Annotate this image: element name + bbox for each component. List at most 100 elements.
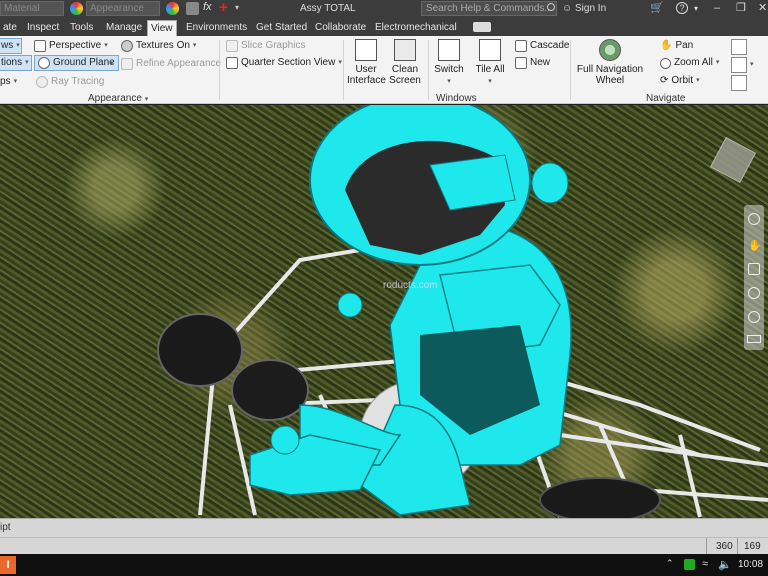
appearance-group-label[interactable]: Appearance ▾ <box>88 93 148 104</box>
tab-manage[interactable]: Manage <box>103 20 145 36</box>
view-face-icon[interactable] <box>731 39 747 55</box>
textures-on-button[interactable]: Textures On ▾ <box>121 38 196 54</box>
ribbon-tab-bar: ate Inspect Tools Manage View Environmen… <box>0 18 768 36</box>
tray-app-icon[interactable] <box>684 559 695 570</box>
full-navigation-wheel-button[interactable]: Full Navigation Wheel <box>576 39 644 86</box>
new-window-button[interactable]: New <box>515 55 550 71</box>
textures-on-label: Textures On <box>136 40 190 51</box>
clear-appearance-icon[interactable] <box>166 2 179 15</box>
textures-icon <box>121 40 133 52</box>
orbit-icon: ⟳ <box>660 75 669 86</box>
ground-plane-dropdown-icon[interactable]: ▾ <box>110 59 114 67</box>
tab-get-started[interactable]: Get Started <box>253 20 310 36</box>
perspective-button[interactable]: Perspective ▾ <box>34 38 108 54</box>
adjust-icon[interactable] <box>186 2 199 15</box>
search-input[interactable]: Search Help & Commands... <box>421 1 557 16</box>
steering-wheel-icon[interactable] <box>748 213 760 225</box>
cascade-label: Cascade <box>530 40 570 51</box>
status-bar: ipt <box>0 518 768 537</box>
perspective-label: Perspective <box>49 40 102 51</box>
sign-in-button[interactable]: ☺ Sign In <box>562 3 606 14</box>
sign-in-label: Sign In <box>575 3 607 14</box>
shadows-label: tions <box>1 57 23 68</box>
ribbon-panel: ws ▾ tions ▾ ps ▾ Perspective ▾ Ground Plane… <box>0 36 768 104</box>
tab-environments[interactable]: Environments <box>183 20 250 36</box>
inventor-taskbar-button[interactable]: I <box>0 556 16 574</box>
full-navigation-wheel-label: Full Navigation Wheel <box>576 64 644 86</box>
refine-appearance-button[interactable]: Refine Appearance <box>121 56 221 72</box>
front-tyre <box>157 313 243 387</box>
status-message: ipt <box>0 522 11 533</box>
close-button[interactable]: ✕ <box>758 2 767 15</box>
appearance-dropdown[interactable]: Appearance <box>86 1 160 16</box>
chevron-down-icon: ▾ <box>25 59 29 66</box>
inventor-window: Material Appearance fx + ▾ Assy TOTAL Se… <box>0 0 768 576</box>
minimize-button[interactable]: – <box>714 2 720 15</box>
shadows-button[interactable]: tions ▾ <box>0 55 32 71</box>
view-dropdown-icon[interactable]: ▾ <box>750 60 754 68</box>
chevron-down-icon: ▾ <box>338 59 342 66</box>
add-icon[interactable]: + <box>219 0 228 16</box>
tab-collaborate[interactable]: Collaborate <box>312 20 369 36</box>
slice-graphics-label: Slice Graphics <box>241 40 306 51</box>
quarter-section-view-button[interactable]: Quarter Section View ▾ <box>226 55 342 71</box>
tab-view[interactable]: View <box>147 20 177 36</box>
orbit-nav-icon[interactable] <box>748 287 760 299</box>
chevron-down-icon: ▾ <box>192 42 197 49</box>
material-dropdown[interactable]: Material <box>0 1 64 16</box>
tile-all-button[interactable]: Tile All ▾ <box>471 39 509 87</box>
ray-tracing-button[interactable]: Ray Tracing <box>36 74 104 90</box>
pan-icon[interactable]: ✋ <box>748 239 762 252</box>
qat-dropdown-icon[interactable]: ▾ <box>235 3 239 12</box>
material-value: Material <box>4 3 40 14</box>
reflections-button[interactable]: ps ▾ <box>0 74 17 90</box>
perspective-icon <box>34 40 46 52</box>
zoom-all-button[interactable]: Zoom All ▾ <box>660 55 719 71</box>
chevron-down-icon: ▾ <box>488 78 492 85</box>
zoom-icon <box>660 57 671 69</box>
parameters-icon[interactable]: fx <box>203 1 212 13</box>
slice-graphics-button[interactable]: Slice Graphics <box>226 38 305 54</box>
graphics-viewport[interactable]: roducts.com ✋ <box>0 105 768 518</box>
volume-icon[interactable]: 🔈 <box>718 558 732 571</box>
restore-button[interactable]: ❐ <box>736 2 746 15</box>
cascade-icon <box>515 40 527 52</box>
zoom-nav-icon[interactable] <box>748 263 760 275</box>
switch-button[interactable]: Switch ▾ <box>430 39 468 87</box>
ribbon-display-toggle-icon[interactable] <box>473 22 491 32</box>
tab-tools[interactable]: Tools <box>67 20 96 36</box>
orbit-button[interactable]: ⟳ Orbit ▾ <box>660 73 700 89</box>
helmet-mount <box>531 162 569 204</box>
windows-taskbar: I ⌃ ≈ 🔈 10:08 <box>0 554 768 576</box>
visual-style-button[interactable]: ws ▾ <box>0 38 22 54</box>
help-icon[interactable]: ? <box>676 2 688 14</box>
search-icon[interactable] <box>547 3 555 11</box>
clean-screen-icon <box>394 39 416 61</box>
ground-plane-icon <box>38 57 50 69</box>
clock[interactable]: 10:08 <box>738 559 763 570</box>
appearance-group-title: Appearance <box>88 93 142 104</box>
tab-inspect[interactable]: Inspect <box>24 20 62 36</box>
chevron-down-icon: ▾ <box>144 96 149 103</box>
clean-screen-button[interactable]: Clean Screen <box>386 39 424 86</box>
help-dropdown-icon[interactable]: ▾ <box>694 2 698 15</box>
previous-view-icon[interactable] <box>731 57 747 73</box>
cart-icon[interactable]: 🛒 <box>650 2 664 15</box>
tray-chevron-icon[interactable]: ⌃ <box>666 558 674 569</box>
zoom-all-label: Zoom All <box>674 57 713 68</box>
look-at-icon[interactable] <box>748 311 760 323</box>
user-interface-button[interactable]: User Interface <box>347 39 386 86</box>
tab-annotate[interactable]: ate <box>0 20 20 36</box>
tab-electromechanical[interactable]: Electromechanical <box>372 20 460 36</box>
chevron-down-icon: ▾ <box>715 59 720 66</box>
navbar-options-icon[interactable] <box>747 335 761 343</box>
ground-plane-button[interactable]: Ground Plane <box>34 55 119 71</box>
cascade-button[interactable]: Cascade <box>515 38 569 54</box>
network-icon[interactable]: ≈ <box>702 558 708 570</box>
ray-tracing-label: Ray Tracing <box>51 76 105 87</box>
reflections-label: ps <box>0 76 11 87</box>
home-view-icon[interactable] <box>731 75 747 91</box>
pan-button[interactable]: ✋ Pan <box>660 38 693 54</box>
ray-tracing-icon <box>36 76 48 88</box>
quarter-section-icon <box>226 57 238 69</box>
